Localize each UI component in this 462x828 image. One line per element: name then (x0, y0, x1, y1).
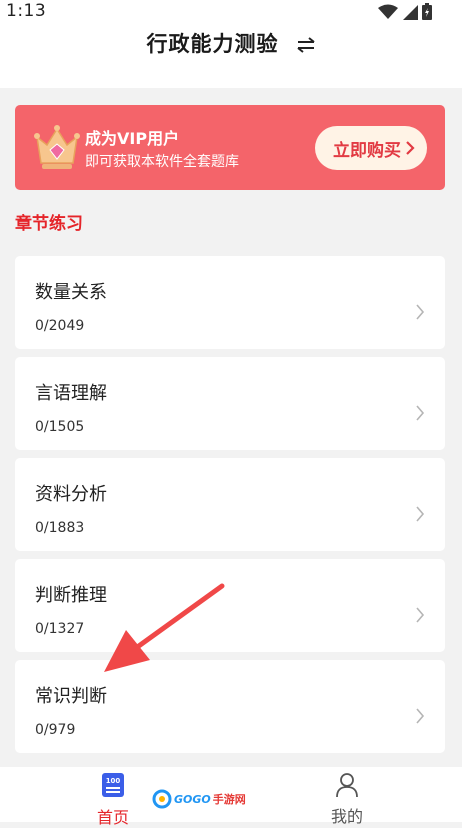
chevron-right-icon (416, 304, 425, 320)
watermark-text-b: 手游网 (212, 793, 246, 806)
chapter-title: 言语理解 (35, 383, 107, 404)
chapter-card-reasoning[interactable]: 判断推理 0/1327 (15, 559, 445, 652)
chevron-right-icon (416, 506, 425, 522)
chevron-right-icon (416, 405, 425, 421)
chapter-card-common-sense[interactable]: 常识判断 0/979 (15, 660, 445, 753)
chapter-progress: 0/1883 (35, 520, 85, 536)
status-time: 1:13 (6, 1, 47, 21)
top-bar: 1:13 行政能力测验 (0, 0, 462, 88)
chapter-card-quantity[interactable]: 数量关系 0/2049 (15, 256, 445, 349)
vip-subtitle: 即可获取本软件全套题库 (85, 154, 239, 170)
buy-now-button[interactable]: 立即购买 (315, 126, 427, 170)
user-icon (336, 773, 358, 798)
nav-mine-label: 我的 (330, 807, 363, 826)
chapter-title: 常识判断 (35, 686, 107, 707)
buy-now-label: 立即购买 (333, 140, 401, 160)
chapter-title: 数量关系 (35, 282, 107, 303)
section-title: 章节练习 (15, 214, 83, 234)
vip-banner[interactable]: 成为VIP用户 即可获取本软件全套题库 立即购买 (15, 105, 445, 190)
nav-home-label: 首页 (96, 808, 129, 827)
chapter-card-data-analysis[interactable]: 资料分析 0/1883 (15, 458, 445, 551)
header: 行政能力测验 (0, 28, 462, 58)
bottom-nav: 100 首页 GOGO 手游网 我的 (0, 767, 462, 827)
chapter-progress: 0/979 (35, 722, 76, 738)
watermark: GOGO 手游网 (152, 789, 246, 809)
chapter-title: 判断推理 (35, 585, 107, 606)
chapter-progress: 0/1327 (35, 621, 85, 637)
swap-icon[interactable] (296, 36, 316, 53)
wifi-icon (378, 4, 398, 19)
signal-icon (403, 4, 418, 20)
crown-diamond-icon (34, 125, 80, 169)
battery-icon (422, 3, 432, 20)
chapter-card-verbal[interactable]: 言语理解 0/1505 (15, 357, 445, 450)
home-book-icon: 100 (102, 773, 124, 797)
nav-home[interactable]: 100 首页 (88, 772, 138, 828)
chapter-progress: 0/1505 (35, 419, 85, 435)
watermark-logo-icon (152, 789, 172, 809)
nav-mine[interactable]: 我的 (322, 772, 372, 827)
page-title: 行政能力测验 (146, 32, 279, 56)
chapter-title: 资料分析 (35, 484, 107, 505)
chevron-right-icon (406, 141, 415, 155)
vip-title: 成为VIP用户 (85, 129, 180, 148)
chevron-right-icon (416, 607, 425, 623)
home-icon-text: 100 (106, 777, 121, 785)
watermark-text-a: GOGO (174, 792, 211, 806)
chevron-right-icon (416, 708, 425, 724)
chapter-progress: 0/2049 (35, 318, 85, 334)
status-icons (378, 3, 432, 20)
